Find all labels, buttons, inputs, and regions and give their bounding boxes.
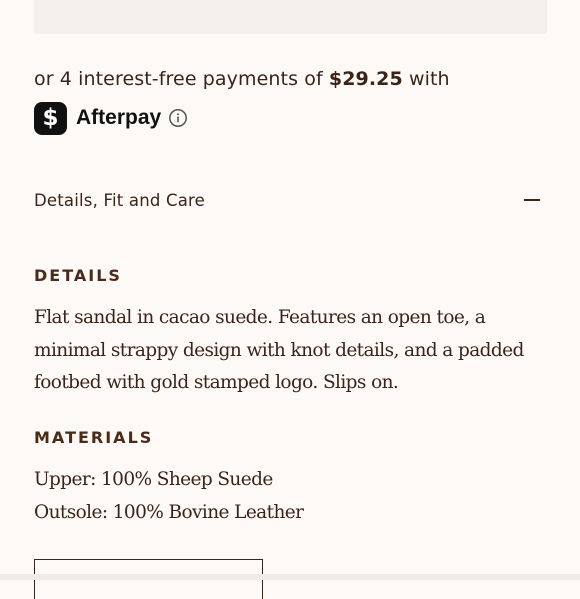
- details-fit-care-accordion[interactable]: Details, Fit and Care: [34, 182, 544, 218]
- top-panel: [34, 0, 547, 34]
- materials-list: Upper: 100% Sheep Suede Outsole: 100% Bo…: [34, 464, 554, 529]
- details-description: Flat sandal in cacao suede. Features an …: [34, 307, 524, 393]
- material-item-outsole: Outsole: 100% Bovine Leather: [34, 501, 304, 523]
- bottom-strip: [0, 574, 580, 580]
- installment-text: or 4 interest-free payments of $29.25 wi…: [34, 68, 450, 90]
- installment-amount: $29.25: [328, 68, 403, 90]
- installment-prefix: or 4 interest-free payments of: [34, 68, 329, 90]
- material-item-upper: Upper: 100% Sheep Suede: [34, 469, 273, 490]
- afterpay-name: Afterpay: [76, 106, 162, 129]
- info-icon[interactable]: [168, 108, 188, 128]
- minus-icon[interactable]: [524, 199, 540, 201]
- cash-app-glyph: $: [42, 104, 59, 131]
- installment-suffix: with: [402, 68, 450, 90]
- materials-heading: MATERIALS: [34, 428, 154, 447]
- accordion-title: Details, Fit and Care: [34, 190, 205, 210]
- cash-app-icon: $: [34, 101, 67, 135]
- details-heading: DETAILS: [34, 266, 122, 285]
- afterpay-badge[interactable]: $ Afterpay: [34, 101, 188, 135]
